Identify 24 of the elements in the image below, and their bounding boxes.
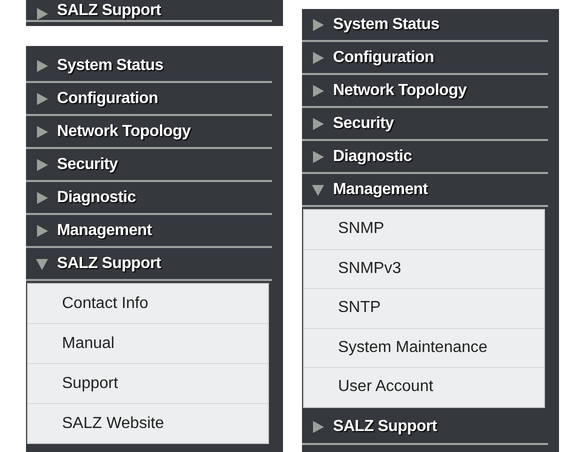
- menu-header[interactable]: Security: [302, 108, 548, 141]
- submenu-item[interactable]: Contact Info: [28, 284, 268, 324]
- menu-header[interactable]: Management: [302, 174, 548, 207]
- menu-header[interactable]: SALZ Support: [26, 0, 272, 22]
- menu-header[interactable]: System Status: [302, 9, 548, 42]
- menu-header[interactable]: System Status: [26, 50, 272, 83]
- menu-header[interactable]: Network Topology: [26, 116, 272, 149]
- menu-header[interactable]: Diagnostic: [26, 182, 272, 215]
- menu-header[interactable]: Diagnostic: [302, 141, 548, 174]
- menu-header[interactable]: SALZ Support: [302, 412, 548, 444]
- submenu-item[interactable]: Manual: [28, 324, 268, 364]
- menu-header[interactable]: Security: [26, 149, 272, 182]
- menu-header[interactable]: Configuration: [26, 83, 272, 116]
- submenu-item[interactable]: User Account: [304, 368, 544, 406]
- menu-header[interactable]: SALZ Support: [26, 248, 272, 281]
- submenu-item[interactable]: SNTP: [304, 289, 544, 328]
- submenu-item[interactable]: SALZ Website: [28, 404, 268, 443]
- submenu-item[interactable]: Support: [28, 364, 268, 404]
- submenu-item[interactable]: System Maintenance: [304, 328, 544, 368]
- submenu-item[interactable]: SNMP: [304, 210, 544, 250]
- submenu-item[interactable]: SNMPv3: [304, 250, 544, 289]
- menu-header[interactable]: Network Topology: [302, 75, 548, 108]
- menu-header[interactable]: Management: [26, 215, 272, 248]
- menu-header[interactable]: Configuration: [302, 42, 548, 75]
